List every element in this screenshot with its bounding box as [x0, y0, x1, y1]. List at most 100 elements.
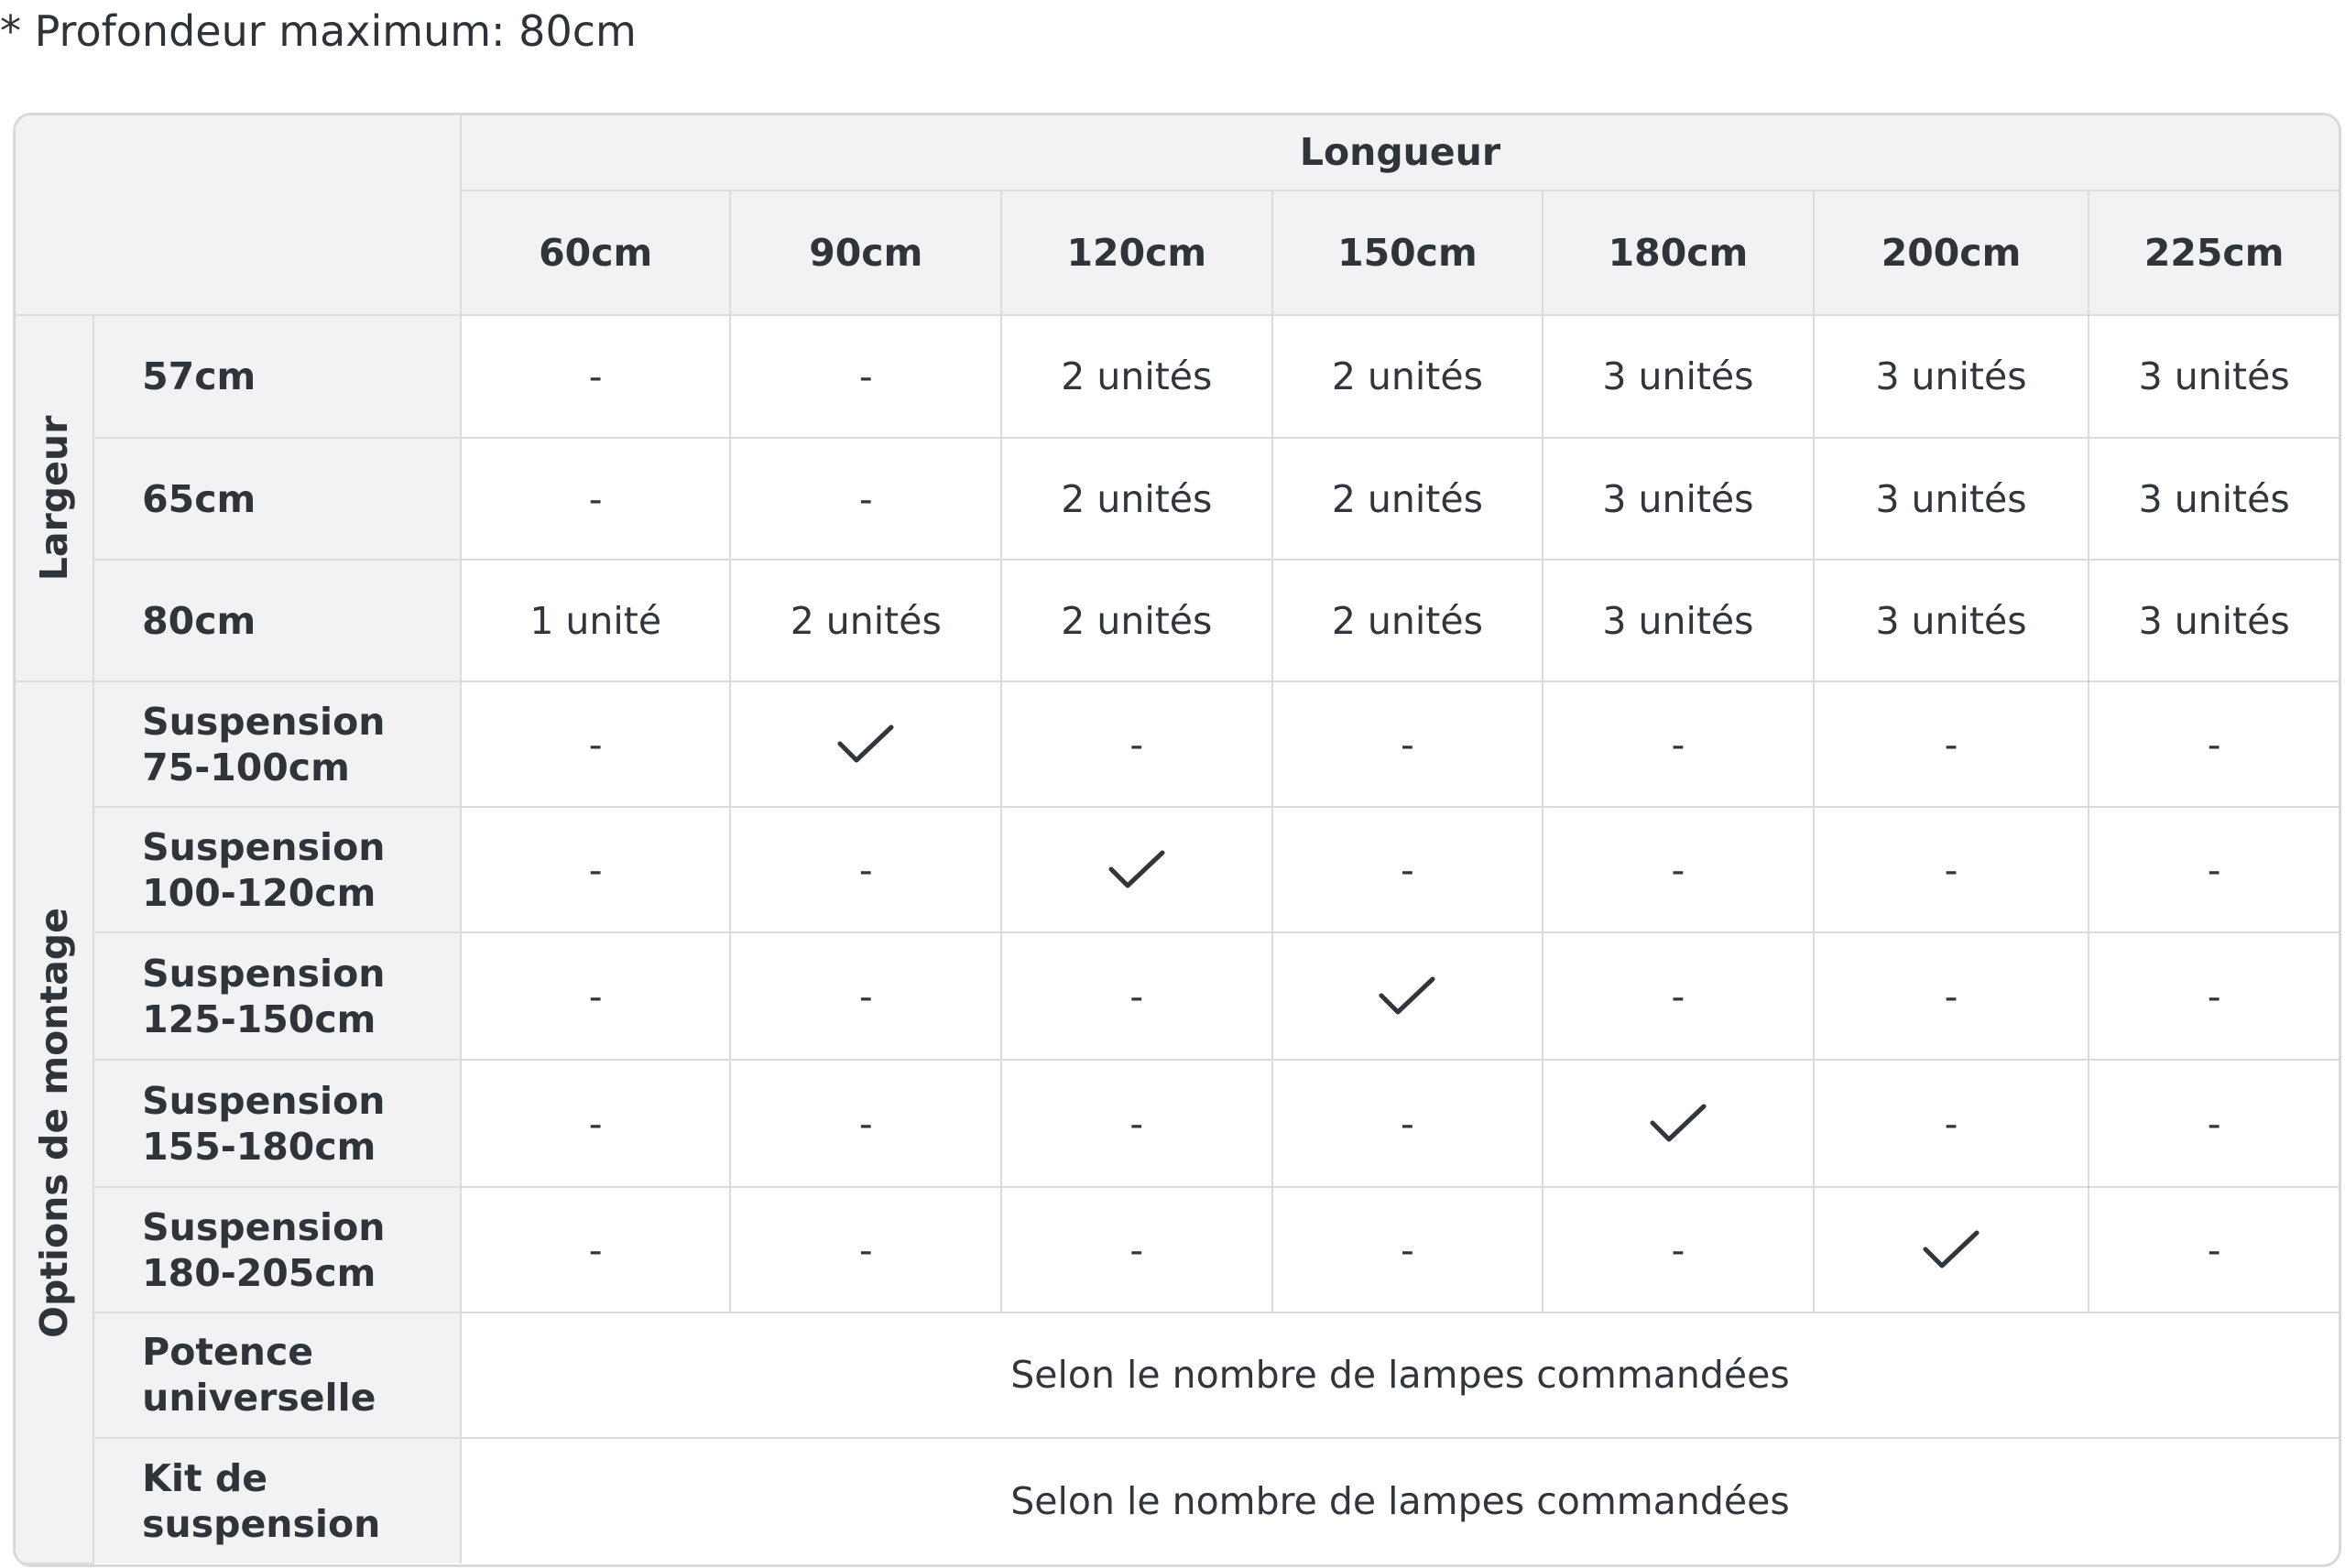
row-label-line: suspension — [142, 1501, 381, 1546]
table-cell: - — [459, 1186, 732, 1313]
check-cell — [1271, 931, 1544, 1062]
table-cell: - — [2088, 1186, 2339, 1313]
table-cell: - — [1542, 1186, 1815, 1313]
check-cell — [729, 681, 1003, 809]
table-cell: - — [729, 931, 1003, 1062]
table-cell: - — [459, 313, 732, 440]
table-cell: - — [1542, 931, 1815, 1062]
suspension-row-label: Suspension 125-150cm — [93, 931, 462, 1062]
table-cell: 2 unités — [1271, 313, 1544, 440]
suspension-row-label: Suspension 75-100cm — [93, 681, 462, 809]
check-cell — [1542, 1059, 1815, 1189]
header-row-length: Longueur — [16, 115, 2339, 316]
table-cell: 3 unités — [1812, 313, 2090, 440]
width-row: 65cm - -2 unités 2 unités 3 unités 3 unités 3 … — [16, 437, 2339, 561]
table-cell: - — [729, 313, 1003, 440]
column-header: 60cm — [460, 189, 732, 316]
column-header: 200cm — [1812, 189, 2090, 316]
table-cell: - — [1542, 806, 1815, 934]
width-row: Largeur 57cm - -2 unités 2 unités 3 unités 3 u… — [16, 313, 2339, 683]
table-cell: - — [459, 1059, 732, 1189]
table-cell: - — [459, 437, 732, 561]
table-cell: 3 unités — [2088, 559, 2339, 683]
mount-group-label-cell: Options de montage — [16, 681, 95, 1564]
check-cell — [1812, 1186, 2090, 1313]
table-cell: - — [1812, 1059, 2090, 1189]
mount-row-label: Potence universelle — [93, 1312, 462, 1439]
row-label-line: Suspension — [142, 699, 386, 744]
row-label-line: 155-180cm — [142, 1124, 376, 1169]
table-cell: - — [1000, 1186, 1273, 1313]
table-cell: 3 unités — [2088, 437, 2339, 561]
row-label-line: Suspension — [142, 951, 386, 996]
row-label-line: Potence — [142, 1330, 314, 1375]
table-cell: - — [459, 681, 732, 809]
suspension-row: Suspension 125-150cm - - - - - - — [16, 931, 2339, 1062]
table-cell: 3 unités — [1812, 559, 2090, 683]
width-group-label: Largeur — [32, 415, 77, 582]
width-row-label: 65cm — [93, 437, 462, 561]
check-cell — [1000, 806, 1273, 934]
table-cell: - — [1271, 681, 1544, 809]
column-header: 90cm — [729, 189, 1003, 316]
table-cell: 2 unités — [1000, 313, 1273, 440]
table-cell: 2 unités — [1271, 437, 1544, 561]
table-cell: - — [729, 806, 1003, 934]
checkmark-icon — [1108, 850, 1165, 888]
table-cell: - — [729, 1186, 1003, 1313]
span-cell: Selon le nombre de lampes commandées — [459, 1436, 2339, 1563]
table-cell: - — [729, 437, 1003, 561]
table-cell: - — [2088, 931, 2339, 1062]
table-cell: - — [459, 806, 732, 934]
table-cell: 3 unités — [2088, 313, 2339, 440]
row-label-line: 125-150cm — [142, 996, 376, 1041]
suspension-row-label: Suspension 180-205cm — [93, 1186, 462, 1313]
row-label-line: 100-120cm — [142, 870, 376, 915]
suspension-row-label: Suspension 100-120cm — [93, 806, 462, 934]
row-label-line: universelle — [142, 1376, 376, 1421]
specs-table: Longueur 60cm 90cm 120cm 150cm 180cm 200cm 225… — [16, 115, 2339, 1564]
table-cell: 3 unités — [1542, 437, 1815, 561]
table-cell: - — [1000, 931, 1273, 1062]
table-cell: - — [1000, 1059, 1273, 1189]
mount-span-row: Potence universelle Selon le nombre de lam… — [16, 1312, 2339, 1439]
suspension-row: Suspension 180-205cm - - - - - - — [16, 1186, 2339, 1313]
suspension-row: Suspension 100-120cm - - - - - - — [16, 806, 2339, 934]
row-label-line: Kit de — [142, 1455, 268, 1500]
checkmark-icon — [1650, 1104, 1707, 1142]
width-row-label: 80cm — [93, 559, 462, 683]
table-cell: - — [2088, 806, 2339, 934]
column-header: 150cm — [1271, 189, 1544, 316]
depth-note: * Profondeur maximum: 80cm — [0, 6, 637, 56]
table-cell: - — [1271, 1186, 1544, 1313]
table-cell: 2 unités — [729, 559, 1003, 683]
corner-cell — [16, 115, 462, 316]
specs-table-container: Longueur 60cm 90cm 120cm 150cm 180cm 200cm 225… — [13, 113, 2341, 1567]
table-cell: - — [729, 1059, 1003, 1189]
column-header: 120cm — [1000, 189, 1273, 316]
suspension-row: Options de montage Suspension 75-100cm - - - -… — [16, 681, 2339, 1564]
table-cell: - — [2088, 681, 2339, 809]
suspension-row-label: Suspension 155-180cm — [93, 1059, 462, 1189]
table-cell: - — [1542, 681, 1815, 809]
table-cell: - — [1271, 806, 1544, 934]
mount-span-row: Kit de suspension Selon le nombre de lampe… — [16, 1436, 2339, 1563]
width-row: 80cm 1 unité 2 unités 2 unités 2 unités 3 uni… — [16, 559, 2339, 683]
table-cell: 3 unités — [1812, 437, 2090, 561]
row-label-line: 180-205cm — [142, 1250, 376, 1295]
checkmark-icon — [1379, 976, 1435, 1015]
table-cell: - — [459, 931, 732, 1062]
row-label-line: Suspension — [142, 824, 386, 869]
table-cell: - — [1271, 1059, 1544, 1189]
width-row-label: 57cm — [93, 313, 462, 440]
checkmark-icon — [1923, 1230, 1980, 1269]
table-cell: 3 unités — [1542, 559, 1815, 683]
row-label-line: Suspension — [142, 1078, 386, 1123]
table-cell: 3 unités — [1542, 313, 1815, 440]
table-cell: - — [1812, 681, 2090, 809]
length-header: Longueur — [459, 115, 2339, 191]
table-cell: 1 unité — [459, 559, 732, 683]
mount-row-label: Kit de suspension — [93, 1436, 462, 1563]
column-header: 180cm — [1542, 189, 1815, 316]
table-cell: - — [1000, 681, 1273, 809]
